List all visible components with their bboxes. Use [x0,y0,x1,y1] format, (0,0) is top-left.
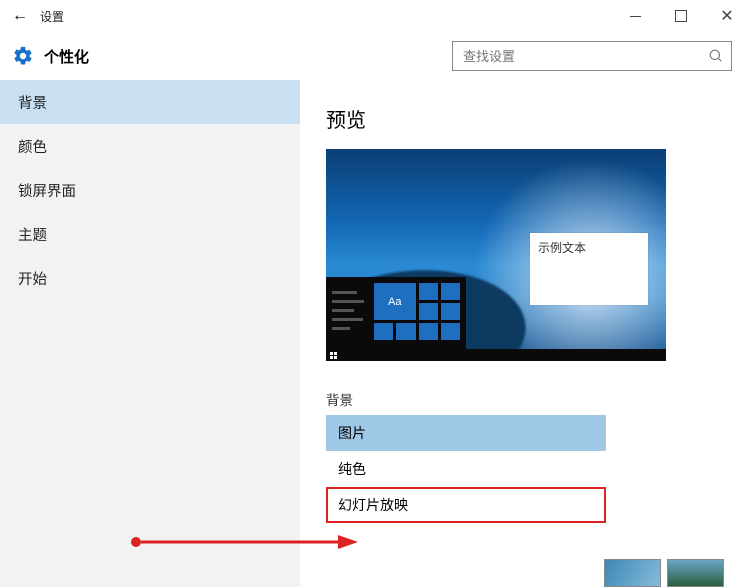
search-icon [709,49,723,63]
maximize-button[interactable] [658,0,704,32]
sidebar-item-themes[interactable]: 主题 [0,212,300,256]
search-input[interactable] [461,48,709,65]
titlebar: ← 设置 ✕ [0,0,750,32]
window-title: 设置 [40,8,64,25]
sidebar-item-background[interactable]: 背景 [0,80,300,124]
sidebar-item-start[interactable]: 开始 [0,256,300,300]
background-label: 背景 [326,389,724,409]
bg-option-solid[interactable]: 纯色 [326,451,606,487]
start-button-preview [326,349,340,361]
back-button[interactable]: ← [0,7,40,25]
wallpaper-thumbs [604,559,724,587]
taskbar-preview [326,349,666,361]
sidebar-item-colors[interactable]: 颜色 [0,124,300,168]
bg-option-picture[interactable]: 图片 [326,415,606,451]
search-box[interactable] [452,41,732,71]
sample-window: 示例文本 [530,233,648,305]
page-title: 个性化 [44,46,89,67]
sidebar-item-lockscreen[interactable]: 锁屏界面 [0,168,300,212]
background-dropdown[interactable]: 图片 纯色 幻灯片放映 [326,415,606,523]
minimize-button[interactable] [612,0,658,32]
sidebar: 背景 颜色 锁屏界面 主题 开始 [0,80,300,587]
aa-tile: Aa [374,283,416,320]
desktop-preview: 示例文本 Aa [326,149,666,361]
start-menu-preview: Aa [326,277,466,349]
thumb[interactable] [604,559,661,587]
header: 个性化 [0,32,750,80]
thumb[interactable] [667,559,724,587]
content: 预览 示例文本 Aa 背景 图片 纯色 幻灯片放映 [300,80,750,587]
close-button[interactable]: ✕ [704,0,750,32]
bg-option-slideshow[interactable]: 幻灯片放映 [326,487,606,523]
sample-text: 示例文本 [538,241,586,255]
preview-heading: 预览 [326,104,724,133]
gear-icon [12,45,34,67]
